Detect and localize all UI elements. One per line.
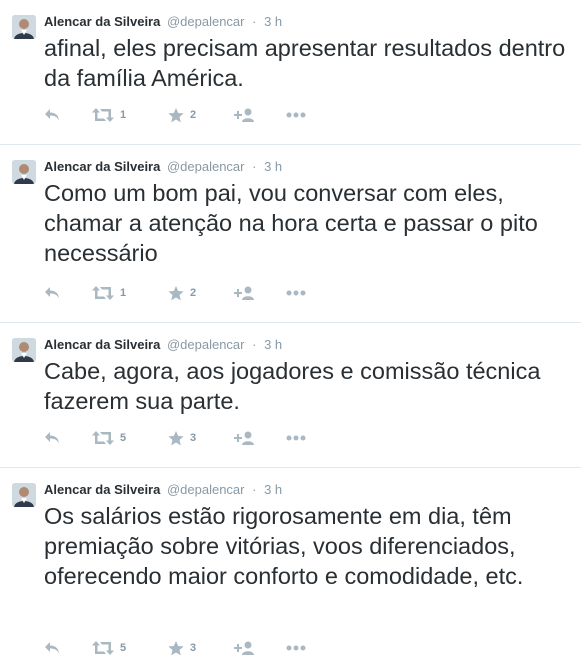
separator: ·	[252, 14, 257, 29]
more-button[interactable]	[286, 435, 306, 441]
retweet-button[interactable]: 1	[92, 108, 168, 122]
star-icon	[168, 107, 184, 122]
reply-button[interactable]	[44, 431, 92, 445]
tweet-text: Como um bom pai, vou conversar com eles,…	[44, 180, 538, 266]
follow-button[interactable]	[234, 431, 286, 445]
star-icon	[168, 640, 184, 655]
author-username[interactable]: @depalencar	[167, 482, 245, 497]
reply-icon	[45, 287, 59, 299]
tweet-actions: 5 3	[44, 429, 306, 447]
separator: ·	[252, 159, 257, 174]
star-icon	[168, 285, 184, 300]
retweet-icon	[92, 641, 114, 655]
tweet-header: Alencar da Silveira @depalencar · 3 h	[44, 158, 282, 176]
tweet-timeline: Alencar da Silveira @depalencar · 3 h af…	[0, 0, 581, 670]
star-icon	[168, 430, 184, 445]
tweet[interactable]: Alencar da Silveira @depalencar · 3 h Os…	[0, 468, 581, 670]
favorite-button[interactable]: 2	[168, 107, 234, 123]
avatar[interactable]	[12, 483, 36, 507]
retweet-button[interactable]: 5	[92, 641, 168, 655]
avatar[interactable]	[12, 160, 36, 184]
retweet-button[interactable]: 5	[92, 431, 168, 445]
retweet-button[interactable]: 1	[92, 286, 168, 300]
follow-button[interactable]	[234, 108, 286, 122]
reply-button[interactable]	[44, 108, 92, 122]
tweet-text: Os salários estão rigorosamente em dia, …	[44, 503, 524, 589]
favorite-count: 2	[190, 109, 197, 121]
retweet-count: 1	[120, 287, 127, 299]
favorite-button[interactable]: 3	[168, 640, 234, 656]
tweet-text: Cabe, agora, aos jogadores e comissão té…	[44, 358, 541, 414]
more-button[interactable]	[286, 290, 306, 296]
more-button[interactable]	[286, 645, 306, 651]
more-button[interactable]	[286, 112, 306, 118]
tweet-time[interactable]: 3 h	[264, 482, 282, 497]
retweet-count: 5	[120, 642, 127, 654]
tweet-actions: 5 3	[44, 639, 306, 657]
reply-icon	[45, 642, 59, 654]
follow-button[interactable]	[234, 641, 286, 655]
author-username[interactable]: @depalencar	[167, 337, 245, 352]
tweet-time[interactable]: 3 h	[264, 337, 282, 352]
favorite-count: 3	[190, 642, 197, 654]
follow-icon	[234, 286, 254, 300]
tweet[interactable]: Alencar da Silveira @depalencar · 3 h af…	[0, 0, 581, 145]
tweet-time[interactable]: 3 h	[264, 14, 282, 29]
tweet[interactable]: Alencar da Silveira @depalencar · 3 h Co…	[0, 145, 581, 323]
tweet-header: Alencar da Silveira @depalencar · 3 h	[44, 13, 282, 31]
tweet-actions: 1 2	[44, 106, 306, 124]
favorite-count: 3	[190, 432, 197, 444]
author-fullname[interactable]: Alencar da Silveira	[44, 159, 160, 174]
follow-icon	[234, 641, 254, 655]
reply-icon	[45, 109, 59, 121]
favorite-button[interactable]: 2	[168, 285, 234, 301]
more-icon	[286, 645, 306, 651]
follow-button[interactable]	[234, 286, 286, 300]
avatar[interactable]	[12, 15, 36, 39]
author-fullname[interactable]: Alencar da Silveira	[44, 14, 160, 29]
retweet-icon	[92, 286, 114, 300]
tweet-time[interactable]: 3 h	[264, 159, 282, 174]
reply-button[interactable]	[44, 641, 92, 655]
more-icon	[286, 290, 306, 296]
favorite-count: 2	[190, 287, 197, 299]
more-icon	[286, 112, 306, 118]
tweet-header: Alencar da Silveira @depalencar · 3 h	[44, 481, 282, 499]
author-username[interactable]: @depalencar	[167, 14, 245, 29]
separator: ·	[252, 482, 257, 497]
reply-icon	[45, 432, 59, 444]
author-username[interactable]: @depalencar	[167, 159, 245, 174]
author-fullname[interactable]: Alencar da Silveira	[44, 337, 160, 352]
retweet-icon	[92, 431, 114, 445]
tweet-header: Alencar da Silveira @depalencar · 3 h	[44, 336, 282, 354]
tweet[interactable]: Alencar da Silveira @depalencar · 3 h Ca…	[0, 323, 581, 468]
more-icon	[286, 435, 306, 441]
reply-button[interactable]	[44, 286, 92, 300]
retweet-count: 5	[120, 432, 127, 444]
tweet-text: afinal, eles precisam apresentar resulta…	[44, 35, 566, 91]
avatar[interactable]	[12, 338, 36, 362]
retweet-icon	[92, 108, 114, 122]
tweet-actions: 1 2	[44, 284, 306, 302]
favorite-button[interactable]: 3	[168, 430, 234, 446]
follow-icon	[234, 431, 254, 445]
separator: ·	[252, 337, 257, 352]
retweet-count: 1	[120, 109, 127, 121]
follow-icon	[234, 108, 254, 122]
author-fullname[interactable]: Alencar da Silveira	[44, 482, 160, 497]
